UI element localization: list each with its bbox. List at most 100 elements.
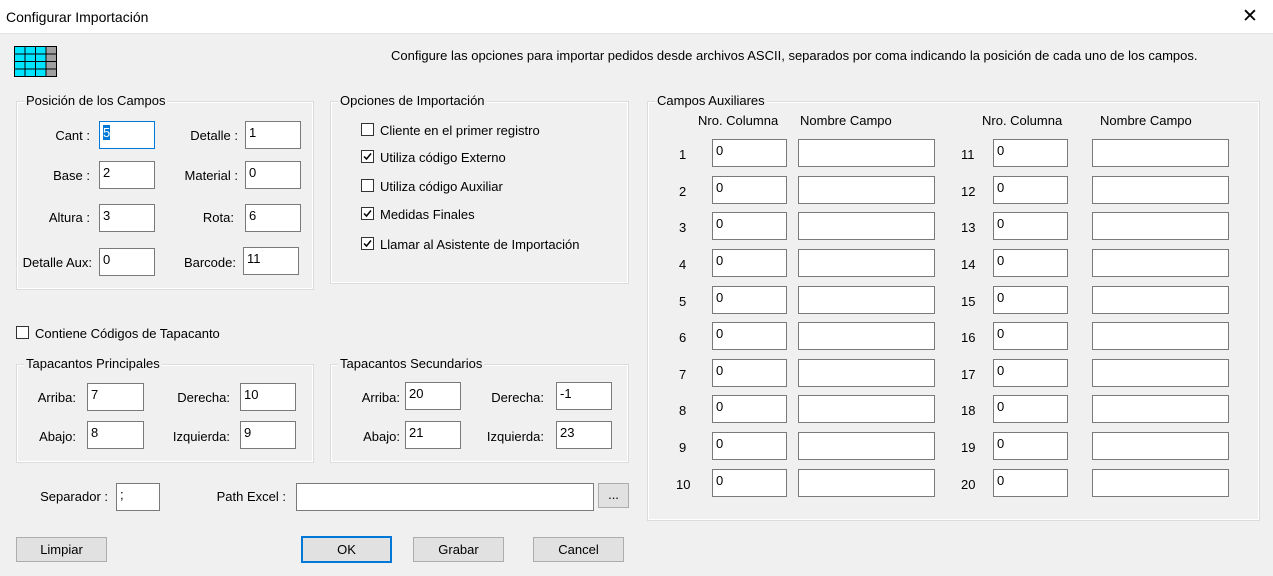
tp-izquierda-label: Izquierda:: [172, 429, 230, 444]
aux-name-input[interactable]: [1092, 432, 1229, 460]
aux-name-input[interactable]: [1092, 249, 1229, 277]
separador-label: Separador :: [40, 489, 108, 504]
barcode-input[interactable]: 11: [243, 247, 299, 275]
col-header-left: Nro. Columna: [698, 113, 779, 128]
aux-name-input[interactable]: [1092, 139, 1229, 167]
aux-column-input[interactable]: 0: [712, 359, 787, 387]
barcode-label: Barcode:: [183, 255, 236, 270]
opcion-checkbox-2[interactable]: [361, 150, 374, 163]
grabar-button[interactable]: Grabar: [413, 537, 504, 562]
aux-column-input[interactable]: 0: [712, 395, 787, 423]
aux-column-input[interactable]: 0: [993, 322, 1068, 350]
aux-column-input[interactable]: 0: [993, 359, 1068, 387]
tp-arriba-label: Arriba:: [37, 390, 76, 405]
aux-column-input[interactable]: 0: [712, 176, 787, 204]
aux-column-input[interactable]: 0: [993, 432, 1068, 460]
aux-name-input[interactable]: [1092, 212, 1229, 240]
aux-column-input[interactable]: 0: [712, 286, 787, 314]
opcion-checkbox-3[interactable]: [361, 179, 374, 192]
detalle-aux-input[interactable]: 0: [99, 248, 155, 276]
aux-column-input[interactable]: 0: [712, 212, 787, 240]
opcion-checkbox-5[interactable]: [361, 237, 374, 250]
cancel-button[interactable]: Cancel: [533, 537, 624, 562]
base-input[interactable]: 2: [99, 161, 155, 189]
aux-row-number: 16: [961, 330, 976, 345]
aux-column-input[interactable]: 0: [993, 139, 1068, 167]
aux-name-input[interactable]: [798, 359, 935, 387]
cant-label: Cant :: [55, 128, 90, 143]
aux-row-number: 4: [679, 257, 687, 272]
separador-input[interactable]: ;: [116, 483, 160, 511]
tp-izquierda-input[interactable]: 9: [240, 421, 296, 449]
aux-column-input[interactable]: 0: [993, 286, 1068, 314]
aux-name-input[interactable]: [798, 286, 935, 314]
aux-row-number: 15: [961, 294, 976, 309]
posicion-title: Posición de los Campos: [24, 93, 168, 108]
aux-column-input[interactable]: 0: [993, 469, 1068, 497]
aux-name-input[interactable]: [1092, 176, 1229, 204]
aux-column-input[interactable]: 0: [712, 322, 787, 350]
aux-name-input[interactable]: [1092, 395, 1229, 423]
ts-abajo-input[interactable]: 21: [405, 421, 461, 449]
name-header-right: Nombre Campo: [1100, 113, 1192, 128]
tp-abajo-input[interactable]: 8: [87, 421, 144, 449]
opcion-checkbox-4[interactable]: [361, 207, 374, 220]
detalle-input[interactable]: 1: [245, 121, 301, 149]
aux-column-input[interactable]: 0: [993, 395, 1068, 423]
aux-name-input[interactable]: [798, 432, 935, 460]
aux-column-input[interactable]: 0: [712, 139, 787, 167]
aux-row-number: 7: [679, 367, 687, 382]
aux-name-input[interactable]: [798, 469, 935, 497]
rota-input[interactable]: 6: [245, 204, 301, 232]
aux-row-number: 10: [676, 477, 691, 492]
aux-row-number: 18: [961, 403, 976, 418]
aux-column-input[interactable]: 0: [993, 212, 1068, 240]
ok-button[interactable]: OK: [301, 536, 392, 563]
altura-input[interactable]: 3: [99, 204, 155, 232]
aux-name-input[interactable]: [1092, 286, 1229, 314]
contiene-checkbox[interactable]: [16, 326, 29, 339]
aux-column-input[interactable]: 0: [712, 469, 787, 497]
aux-column-input[interactable]: 0: [712, 432, 787, 460]
aux-name-input[interactable]: [1092, 322, 1229, 350]
aux-name-input[interactable]: [798, 212, 935, 240]
browse-button[interactable]: ...: [598, 483, 629, 508]
title-bar: Configurar Importación ✕: [0, 0, 1273, 34]
aux-row-number: 5: [679, 294, 687, 309]
aux-name-input[interactable]: [798, 395, 935, 423]
contiene-label: Contiene Códigos de Tapacanto: [35, 326, 220, 341]
opcion-label-1: Cliente en el primer registro: [380, 123, 540, 138]
ts-derecha-input[interactable]: -1: [556, 382, 612, 410]
checkmark-icon: [363, 153, 372, 161]
aux-name-input[interactable]: [798, 249, 935, 277]
aux-row-number: 2: [679, 184, 687, 199]
altura-label: Altura :: [48, 210, 90, 225]
opcion-label-5: Llamar al Asistente de Importación: [380, 237, 580, 252]
aux-name-input[interactable]: [798, 139, 935, 167]
path-excel-input[interactable]: [296, 483, 594, 511]
aux-column-input[interactable]: 0: [993, 176, 1068, 204]
ts-arriba-label: Arriba:: [361, 390, 400, 405]
limpiar-button[interactable]: Limpiar: [16, 537, 107, 562]
aux-column-input[interactable]: 0: [993, 249, 1068, 277]
aux-name-input[interactable]: [1092, 469, 1229, 497]
opcion-checkbox-1[interactable]: [361, 123, 374, 136]
aux-name-input[interactable]: [798, 322, 935, 350]
tp-arriba-input[interactable]: 7: [87, 383, 144, 411]
tp-derecha-input[interactable]: 10: [240, 383, 296, 411]
aux-column-input[interactable]: 0: [712, 249, 787, 277]
aux-name-input[interactable]: [798, 176, 935, 204]
aux-row-number: 17: [961, 367, 976, 382]
detalle-label: Detalle :: [190, 128, 238, 143]
ts-arriba-input[interactable]: 20: [405, 382, 461, 410]
material-input[interactable]: 0: [245, 161, 301, 189]
checkmark-icon: [363, 240, 372, 248]
close-button[interactable]: ✕: [1227, 0, 1273, 33]
aux-name-input[interactable]: [1092, 359, 1229, 387]
aux-row-number: 3: [679, 220, 687, 235]
ts-derecha-label: Derecha:: [491, 390, 544, 405]
close-icon: ✕: [1242, 6, 1258, 27]
cant-input[interactable]: 5: [99, 121, 155, 149]
ts-izquierda-input[interactable]: 23: [556, 421, 612, 449]
aux-row-number: 8: [679, 403, 687, 418]
